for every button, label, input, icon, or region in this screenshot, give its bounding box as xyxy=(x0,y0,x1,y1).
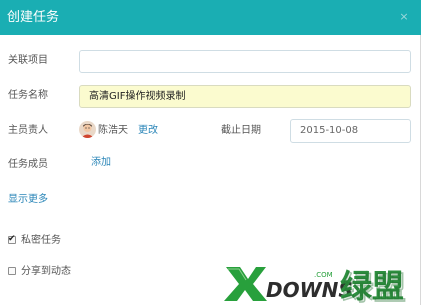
change-owner-link[interactable]: 更改 xyxy=(138,124,158,138)
show-more-link[interactable]: 显示更多 xyxy=(8,193,48,207)
checkmark-icon: ✔ xyxy=(8,234,16,244)
svg-text:绿盟: 绿盟 xyxy=(342,269,406,303)
dialog-title: 创建任务 xyxy=(7,10,60,25)
add-member-link[interactable]: 添加 xyxy=(91,156,111,170)
private-task-label: 私密任务 xyxy=(21,235,61,246)
share-feed-checkbox[interactable] xyxy=(8,267,16,275)
project-label: 关联项目 xyxy=(8,55,48,66)
share-feed-label: 分享到动态 xyxy=(21,266,71,277)
svg-text:.COM: .COM xyxy=(314,271,333,279)
create-task-dialog: 创建任务 × 关联项目 任务名称 高清GIF操作视频录制 主员责人 陈浩天 更改… xyxy=(0,0,421,306)
task-name-input[interactable]: 高清GIF操作视频录制 xyxy=(79,85,411,108)
private-task-checkbox[interactable]: ✔ xyxy=(8,234,16,244)
dialog-header: 创建任务 × xyxy=(0,0,421,35)
owner-label: 主员责人 xyxy=(8,125,48,136)
project-input[interactable] xyxy=(79,50,411,73)
due-date-input[interactable]: 2015-10-08 xyxy=(290,119,411,143)
owner-name: 陈浩天 xyxy=(98,125,128,136)
task-name-label: 任务名称 xyxy=(8,90,48,101)
members-label: 任务成员 xyxy=(8,159,48,170)
close-icon[interactable]: × xyxy=(399,10,409,24)
due-date-label: 截止日期 xyxy=(221,125,261,136)
owner-avatar xyxy=(79,121,96,138)
site-watermark-logo: DOWNS .COM 绿盟 绿盟 xyxy=(222,257,418,306)
